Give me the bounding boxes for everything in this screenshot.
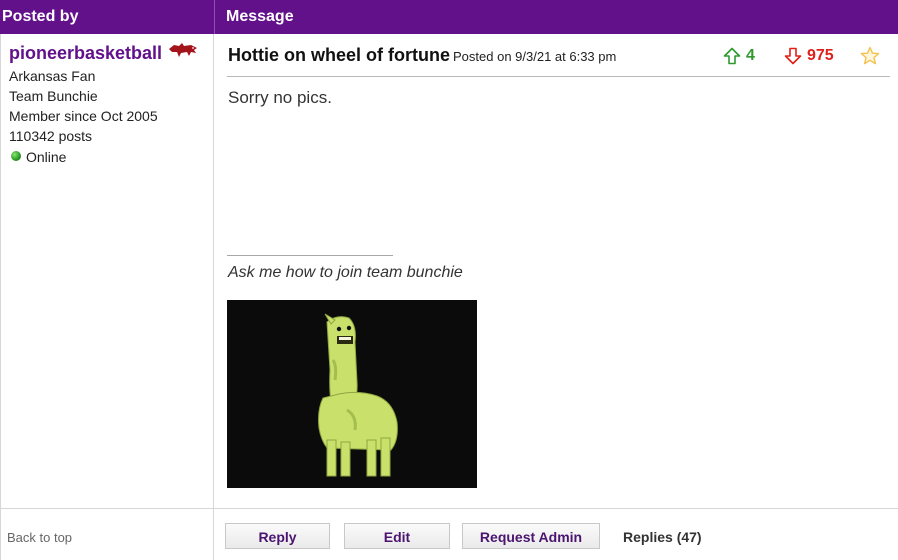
post-timestamp: Posted on 9/3/21 at 6:33 pm: [453, 49, 617, 64]
edit-button[interactable]: Edit: [344, 523, 450, 549]
online-status-icon: [11, 151, 21, 161]
post-body: Sorry no pics.: [228, 88, 332, 107]
table-header: Posted by Message: [0, 0, 898, 34]
user-fan-label: Arkansas Fan: [9, 68, 96, 84]
signature-divider: [227, 255, 393, 256]
online-status-label: Online: [26, 149, 67, 165]
signature-llama-image: [227, 300, 477, 488]
footer-divider: [0, 508, 898, 509]
post-count-label: 110342 posts: [9, 128, 93, 144]
signature-text: Ask me how to join team bunchie: [228, 264, 463, 281]
downvote-count: 975: [807, 47, 834, 64]
upvote-arrow-icon[interactable]: [723, 47, 741, 65]
message-header: Message: [226, 8, 294, 25]
favorite-star-icon[interactable]: [860, 46, 880, 66]
razorback-hog-icon: [169, 43, 197, 57]
title-divider: [227, 76, 890, 77]
header-divider: [214, 0, 215, 34]
member-since-label: Member since Oct 2005: [9, 108, 158, 124]
upvote-count: 4: [746, 47, 755, 64]
username-link[interactable]: pioneerbasketball: [9, 43, 162, 64]
downvote-arrow-icon[interactable]: [784, 47, 802, 65]
post-title: Hottie on wheel of fortune: [228, 45, 450, 65]
back-to-top-link[interactable]: Back to top: [7, 530, 72, 545]
request-admin-button[interactable]: Request Admin: [462, 523, 600, 549]
posted-by-header: Posted by: [2, 8, 79, 25]
reply-button[interactable]: Reply: [225, 523, 330, 549]
user-team-label: Team Bunchie: [9, 88, 98, 104]
replies-count[interactable]: Replies (47): [623, 529, 702, 545]
